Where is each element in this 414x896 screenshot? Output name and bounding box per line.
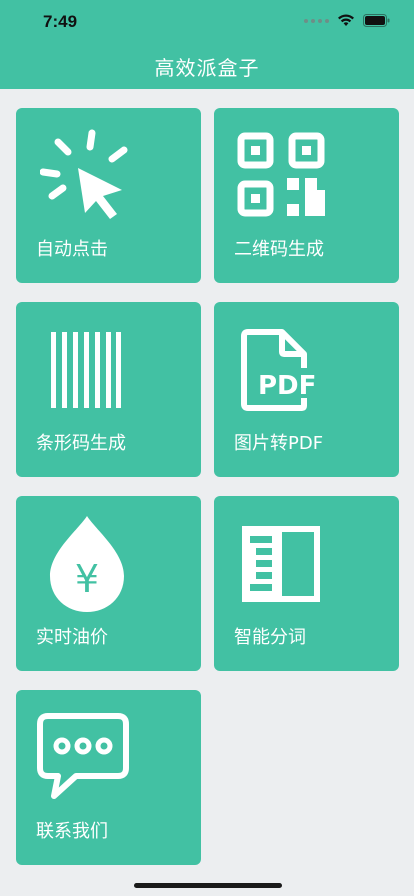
tile-contact-us[interactable]: 联系我们 — [16, 690, 201, 865]
page-title: 高效派盒子 — [154, 56, 260, 80]
pdf-icon-text: PDF — [258, 371, 316, 401]
tile-label: 实时油价 — [36, 627, 108, 648]
tile-label: 联系我们 — [36, 821, 108, 842]
tile-smart-segmentation[interactable]: 智能分词 — [214, 496, 399, 671]
tile-label: 图片转PDF — [234, 433, 324, 454]
qr-code-icon — [237, 132, 325, 217]
wifi-icon — [338, 14, 354, 26]
yuan-sign: ¥ — [75, 557, 99, 601]
tile-image-to-pdf[interactable]: PDF 图片转PDF — [214, 302, 399, 477]
signal-dots-icon — [304, 18, 329, 23]
chat-bubble-icon — [37, 713, 129, 799]
tile-label: 条形码生成 — [36, 433, 126, 454]
tile-auto-click[interactable]: 自动点击 — [16, 108, 201, 283]
header: 7:49 高效派盒子 — [0, 0, 414, 89]
tile-label: 二维码生成 — [234, 239, 324, 260]
tile-label: 自动点击 — [36, 239, 108, 260]
tile-label: 智能分词 — [234, 627, 306, 648]
pdf-icon: PDF — [241, 329, 318, 411]
home-indicator[interactable] — [134, 883, 282, 888]
tile-oil-price[interactable]: ¥ 实时油价 — [16, 496, 201, 671]
tile-barcode[interactable]: 条形码生成 — [16, 302, 201, 477]
battery-icon — [363, 14, 390, 27]
barcode-icon — [51, 332, 121, 408]
status-time: 7:49 — [43, 12, 78, 31]
oil-drop-icon: ¥ — [50, 516, 124, 612]
book-icon — [242, 526, 320, 602]
auto-click-icon — [40, 129, 128, 219]
status-icons — [304, 14, 390, 27]
tile-qr-code[interactable]: 二维码生成 — [214, 108, 399, 283]
